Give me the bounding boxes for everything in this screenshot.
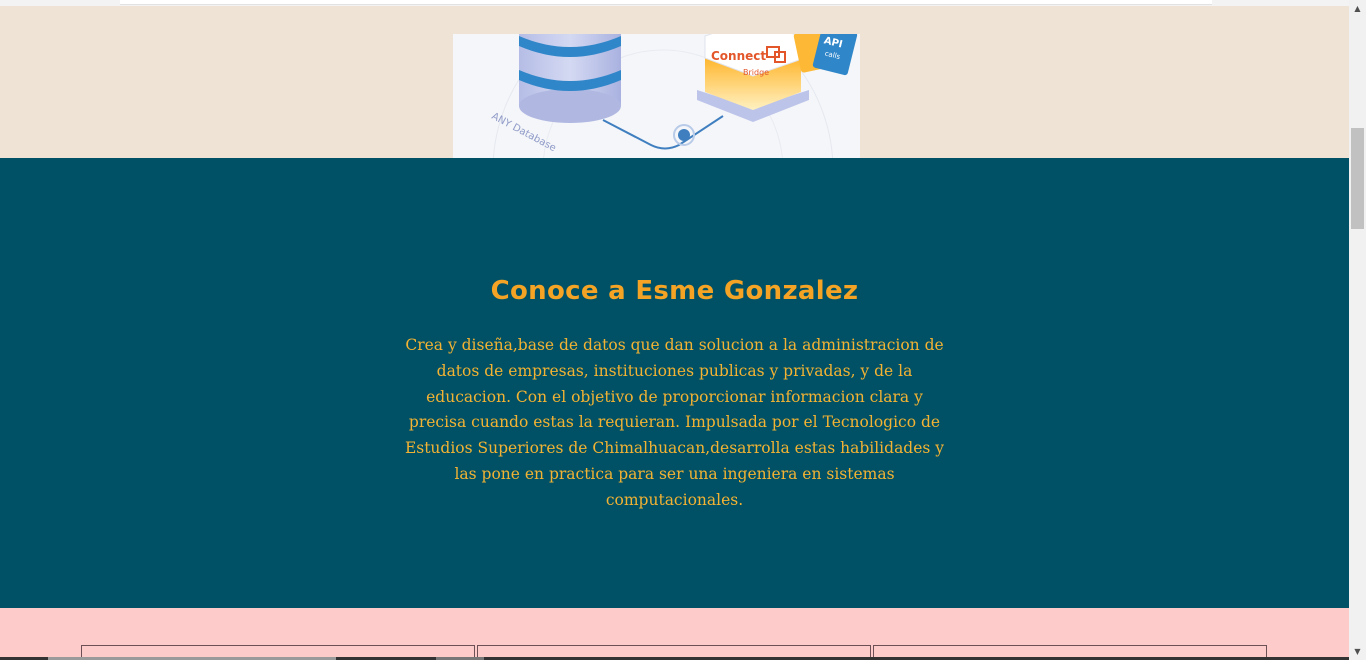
- about-description: Crea y diseña,base de datos que dan solu…: [404, 336, 945, 509]
- illustration-svg: Connect Bridge API calls ANY Database: [490, 34, 858, 158]
- connectbridge-box-icon: [697, 34, 809, 122]
- logo-subtext: Bridge: [743, 68, 769, 77]
- about-title: Conoce a Esme Gonzalez: [490, 276, 859, 306]
- scrollbar-thumb[interactable]: [1351, 128, 1364, 229]
- services-section: [0, 608, 1349, 660]
- connectbridge-illustration: Connect Bridge API calls ANY Database: [453, 34, 860, 158]
- hero-section: Connect Bridge API calls ANY Database: [0, 6, 1349, 158]
- logo-text: Connect: [711, 49, 766, 63]
- vertical-scrollbar[interactable]: ▲ ▼: [1349, 0, 1366, 660]
- top-strip-bar: [120, 0, 1212, 5]
- page: Connect Bridge API calls ANY Database Co…: [0, 0, 1349, 660]
- scroll-up-arrow-icon[interactable]: ▲: [1349, 0, 1366, 17]
- about-section: Conoce a Esme Gonzalez Crea y diseña,bas…: [0, 158, 1349, 608]
- scroll-down-arrow-icon[interactable]: ▼: [1349, 643, 1366, 660]
- database-icon: [519, 34, 621, 123]
- connector-node-icon: [678, 129, 690, 141]
